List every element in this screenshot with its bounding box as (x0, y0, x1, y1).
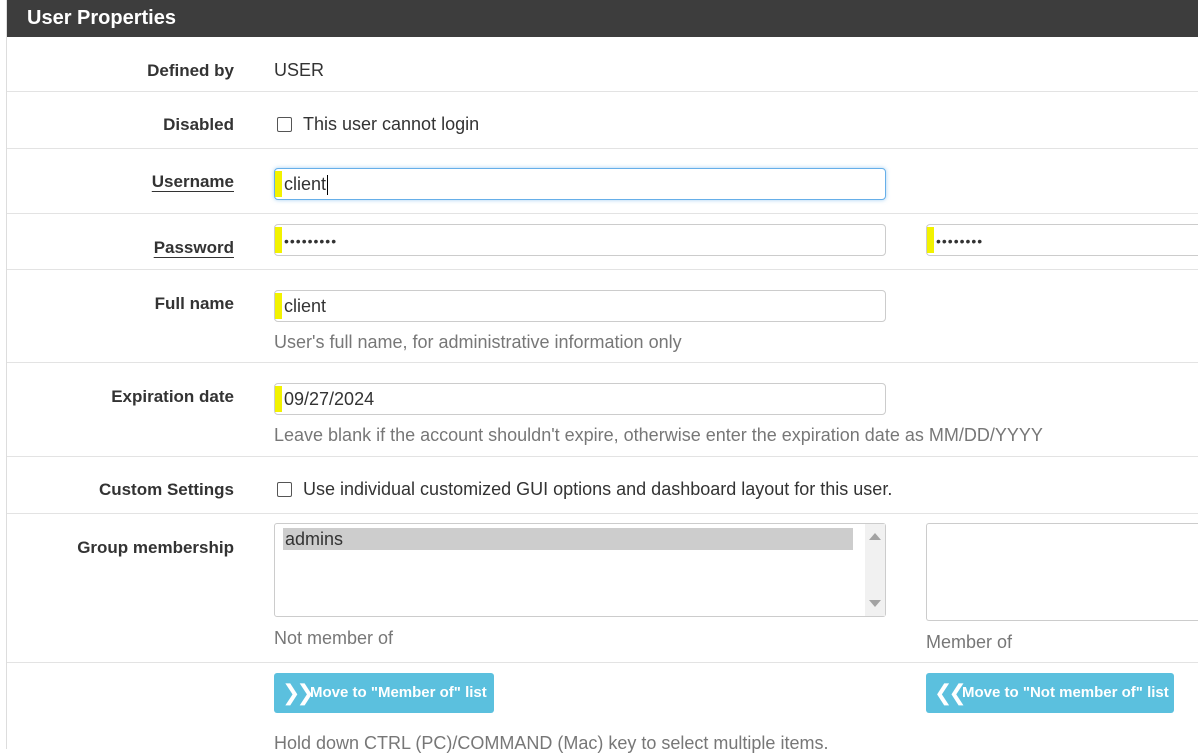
scroll-up-icon[interactable] (869, 533, 881, 540)
full-name-input[interactable]: client (274, 290, 886, 322)
password-label: Password (153, 238, 234, 257)
defined-by-value: USER (274, 60, 325, 80)
custom-settings-row: Custom Settings Use individual customize… (7, 457, 1198, 514)
not-member-of-list[interactable]: admins (274, 523, 886, 617)
password-input[interactable]: ••••••••• (274, 224, 886, 256)
group-membership-row: Group membership admins Not member of Me… (7, 514, 1198, 663)
expiration-help: Leave blank if the account shouldn't exp… (274, 425, 1043, 445)
username-label: Username (151, 172, 234, 191)
double-chevron-right-icon: ❯❯ (282, 680, 315, 705)
username-value: client (284, 174, 327, 194)
username-input[interactable]: client (274, 168, 886, 200)
custom-settings-checkbox-label[interactable]: Use individual customized GUI options an… (303, 479, 892, 500)
highlight-marker (275, 171, 282, 197)
password-value: ••••••••• (284, 233, 338, 249)
list-option-admins[interactable]: admins (283, 528, 853, 550)
custom-settings-checkbox[interactable] (277, 482, 292, 497)
password-confirm-value: •••••••• (936, 233, 984, 249)
full-name-label: Full name (154, 294, 234, 313)
disabled-label: Disabled (163, 115, 234, 134)
multi-select-help: Hold down CTRL (PC)/COMMAND (Mac) key to… (274, 733, 829, 753)
double-chevron-left-icon: ❮❮ (934, 680, 967, 705)
expiration-value: 09/27/2024 (284, 389, 375, 409)
expiration-label: Expiration date (111, 387, 234, 406)
full-name-row: Full name client User's full name, for a… (7, 270, 1198, 363)
move-to-not-member-button[interactable]: ❮❮ Move to "Not member of" list (926, 673, 1174, 713)
disabled-checkbox[interactable] (277, 117, 292, 132)
custom-settings-label: Custom Settings (98, 480, 234, 499)
full-name-value: client (284, 296, 327, 316)
move-to-member-label: Move to "Member of" list (310, 684, 487, 701)
username-row: Username client (7, 149, 1198, 214)
user-properties-panel: User Properties Defined by USER Disabled… (6, 0, 1198, 753)
password-confirm-input[interactable]: •••••••• (926, 224, 1198, 256)
defined-by-label: Defined by (147, 61, 234, 80)
defined-by-row: Defined by USER (7, 37, 1198, 92)
full-name-help: User's full name, for administrative inf… (274, 332, 682, 352)
highlight-marker (927, 227, 934, 253)
scrollbar[interactable] (865, 524, 885, 616)
text-caret (327, 175, 329, 196)
disabled-checkbox-label[interactable]: This user cannot login (303, 114, 479, 135)
group-membership-label: Group membership (77, 538, 234, 557)
not-member-of-caption: Not member of (274, 628, 394, 648)
highlight-marker (275, 293, 282, 319)
expiration-input[interactable]: 09/27/2024 (274, 383, 886, 415)
member-of-list[interactable] (926, 523, 1198, 621)
member-of-caption: Member of (926, 632, 1013, 652)
highlight-marker (275, 227, 282, 253)
move-to-member-button[interactable]: ❯❯ Move to "Member of" list (274, 673, 494, 713)
scroll-down-icon[interactable] (869, 600, 881, 607)
panel-title: User Properties (7, 0, 1198, 37)
highlight-marker (275, 386, 282, 412)
password-row: Password ••••••••• •••••••• (7, 214, 1198, 270)
disabled-row: Disabled This user cannot login (7, 92, 1198, 149)
expiration-row: Expiration date 09/27/2024 Leave blank i… (7, 363, 1198, 457)
move-to-not-member-label: Move to "Not member of" list (962, 684, 1169, 701)
